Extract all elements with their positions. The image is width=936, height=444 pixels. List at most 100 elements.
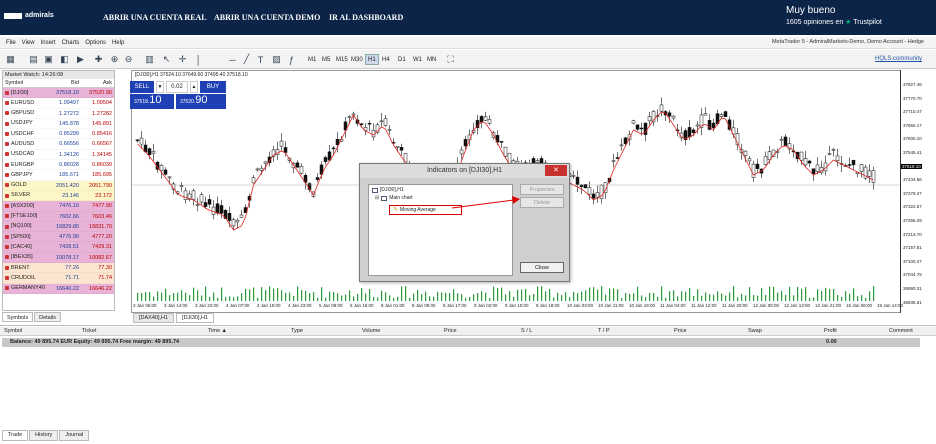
candle-body: [719, 114, 724, 117]
navigator-icon[interactable]: ◧: [58, 53, 71, 66]
menu-options[interactable]: Options: [85, 40, 106, 46]
market-watch-row[interactable]: [DJI30] 37518.10 37520.90: [3, 88, 114, 99]
horizontal-line-icon[interactable]: ─: [226, 53, 239, 66]
col-price[interactable]: Price: [444, 328, 457, 334]
market-watch-row[interactable]: SILVER 23.146 23.172: [3, 190, 114, 202]
timeframe-m15[interactable]: M15: [334, 54, 350, 65]
vertical-line-icon[interactable]: │: [192, 53, 205, 66]
market-watch-row[interactable]: [ASX200] 7476.10 7477.90: [3, 201, 114, 212]
volume-input[interactable]: 0.02: [166, 81, 188, 93]
col-sl[interactable]: S / L: [521, 328, 532, 334]
menu-view[interactable]: View: [22, 40, 35, 46]
market-watch-row[interactable]: EURUSD 1.09497 1.09504: [3, 98, 114, 109]
volume-bar: [741, 293, 743, 301]
tree-root[interactable]: [DJI30],H1: [372, 187, 404, 193]
profiles-icon[interactable]: ▤: [27, 53, 40, 66]
col-price-current[interactable]: Price: [674, 328, 687, 334]
tab-trade[interactable]: Trade: [2, 430, 29, 441]
indicators-icon[interactable]: ƒ: [285, 53, 298, 66]
close-button[interactable]: Close: [520, 262, 564, 273]
symbol-name: [NQ100]: [11, 223, 32, 230]
objects-icon[interactable]: ▨: [270, 53, 283, 66]
market-watch-row[interactable]: BRENT 77.26 77.30: [3, 263, 114, 274]
balance-row[interactable]: Balance: 49 895.74 EUR Equity: 49 895.74…: [2, 338, 920, 347]
market-watch-row[interactable]: USDJPY 145.878 145.891: [3, 118, 114, 130]
trendline-icon[interactable]: ╱: [240, 53, 253, 66]
market-watch-row[interactable]: GERMANY40 16640.22 16646.22: [3, 283, 114, 294]
market-watch-row[interactable]: [SP500] 4776.90 4777.20: [3, 232, 114, 243]
trustpilot-widget[interactable]: Muy bueno 1605 opiniones en ★ Trustpilot: [786, 5, 882, 26]
sell-price[interactable]: 37518.10: [130, 94, 174, 109]
col-tp[interactable]: T / P: [598, 328, 610, 334]
zoom-in-icon[interactable]: ⊕: [108, 53, 121, 66]
market-watch-row[interactable]: CRUDOIL 71.71 71.74: [3, 273, 114, 284]
col-ask[interactable]: Ask: [81, 79, 114, 87]
tab-journal[interactable]: Journal: [59, 430, 90, 441]
volume-bar: [233, 297, 235, 301]
menu-help[interactable]: Help: [112, 40, 124, 46]
buy-price[interactable]: 37520.90: [176, 94, 226, 109]
menu-insert[interactable]: Insert: [41, 40, 56, 46]
market-watch-row[interactable]: USDCAD 1.34126 1.34145: [3, 149, 114, 161]
market-watch-row[interactable]: [FTSE100] 7602.66 7603.46: [3, 211, 114, 222]
timeframe-mn[interactable]: MN: [425, 54, 438, 65]
delete-button[interactable]: Delete: [520, 197, 564, 208]
market-watch-row[interactable]: USDCHF 0.85299 0.85416: [3, 129, 114, 140]
volume-increase[interactable]: ▲: [190, 81, 198, 93]
cursor-icon[interactable]: ↖: [160, 53, 173, 66]
properties-button[interactable]: Properties: [520, 184, 564, 195]
col-type[interactable]: Type: [291, 328, 303, 334]
crosshair-icon[interactable]: ✛: [176, 53, 189, 66]
timeframe-m30[interactable]: M30: [349, 54, 365, 65]
col-symbol[interactable]: Symbol: [4, 328, 22, 334]
market-watch-row[interactable]: GBPJPY 185.671 185.695: [3, 170, 114, 181]
tab-details[interactable]: Details: [34, 312, 61, 322]
dialog-close-button[interactable]: ✕: [545, 165, 567, 176]
sell-button[interactable]: SELL: [130, 81, 154, 93]
col-time[interactable]: Time ▲: [208, 328, 227, 334]
zoom-out-icon[interactable]: ⊖: [122, 53, 135, 66]
chart-tab-dax40[interactable]: [DAX40],H1: [133, 313, 175, 323]
timeframe-w1[interactable]: W1: [411, 54, 424, 65]
market-watch-icon[interactable]: ▣: [42, 53, 55, 66]
timeframe-m1[interactable]: M1: [306, 54, 318, 65]
col-symbol[interactable]: Symbol: [3, 79, 48, 87]
tab-symbols[interactable]: Symbols: [2, 312, 34, 322]
timeframe-h1[interactable]: H1: [365, 54, 379, 65]
col-bid[interactable]: Bid: [48, 79, 81, 87]
new-chart-icon[interactable]: ▦: [4, 53, 17, 66]
col-volume[interactable]: Volume: [362, 328, 380, 334]
market-watch-row[interactable]: [NQ100] 16829.80 16831.70: [3, 221, 114, 233]
chart-tab-dji30[interactable]: [DJI30],H1: [176, 313, 215, 323]
menu-charts[interactable]: Charts: [62, 40, 80, 46]
buy-button[interactable]: BUY: [200, 81, 226, 93]
market-watch-row[interactable]: [CAC40] 7428.51 7429.31: [3, 242, 114, 253]
tree-main-chart[interactable]: ⊟ Main chart: [375, 195, 413, 201]
hqls-link[interactable]: HQLS.community: [875, 56, 922, 62]
col-profit[interactable]: Profit: [824, 328, 837, 334]
col-swap[interactable]: Swap: [748, 328, 762, 334]
volume-bar: [537, 286, 539, 301]
nav-open-demo-account[interactable]: ABRIR UNA CUENTA DEMO: [214, 13, 320, 22]
timeframe-m5[interactable]: M5: [320, 54, 332, 65]
col-comment[interactable]: Comment: [889, 328, 913, 334]
timeframe-d1[interactable]: D1: [396, 54, 408, 65]
market-watch-row[interactable]: GOLD 2051.420 2051.790: [3, 180, 114, 191]
market-watch-row[interactable]: [IBEX35] 10078.17 10082.67: [3, 252, 114, 264]
nav-dashboard[interactable]: IR AL DASHBOARD: [329, 13, 403, 22]
tab-history[interactable]: History: [29, 430, 59, 441]
timeframe-h4[interactable]: H4: [380, 54, 392, 65]
volume-decrease[interactable]: ▼: [156, 81, 164, 93]
col-ticket[interactable]: Ticket: [82, 328, 96, 334]
fullscreen-icon[interactable]: ⛶: [444, 53, 457, 66]
nav-open-real-account[interactable]: ABRIR UNA CUENTA REAL: [103, 13, 207, 22]
admirals-logo[interactable]: admirals: [4, 12, 54, 19]
text-icon[interactable]: T: [254, 53, 267, 66]
market-watch-row[interactable]: EURGBP 0.86028 0.86039: [3, 160, 114, 171]
menu-file[interactable]: File: [6, 40, 16, 46]
new-order-icon[interactable]: ✚: [92, 53, 105, 66]
market-watch-row[interactable]: GBPUSD 1.27272 1.27282: [3, 108, 114, 119]
market-watch-row[interactable]: AUDUSD 0.66556 0.66567: [3, 139, 114, 150]
algo-trading-icon[interactable]: ▶: [74, 53, 87, 66]
tile-windows-icon[interactable]: ▥: [143, 53, 156, 66]
